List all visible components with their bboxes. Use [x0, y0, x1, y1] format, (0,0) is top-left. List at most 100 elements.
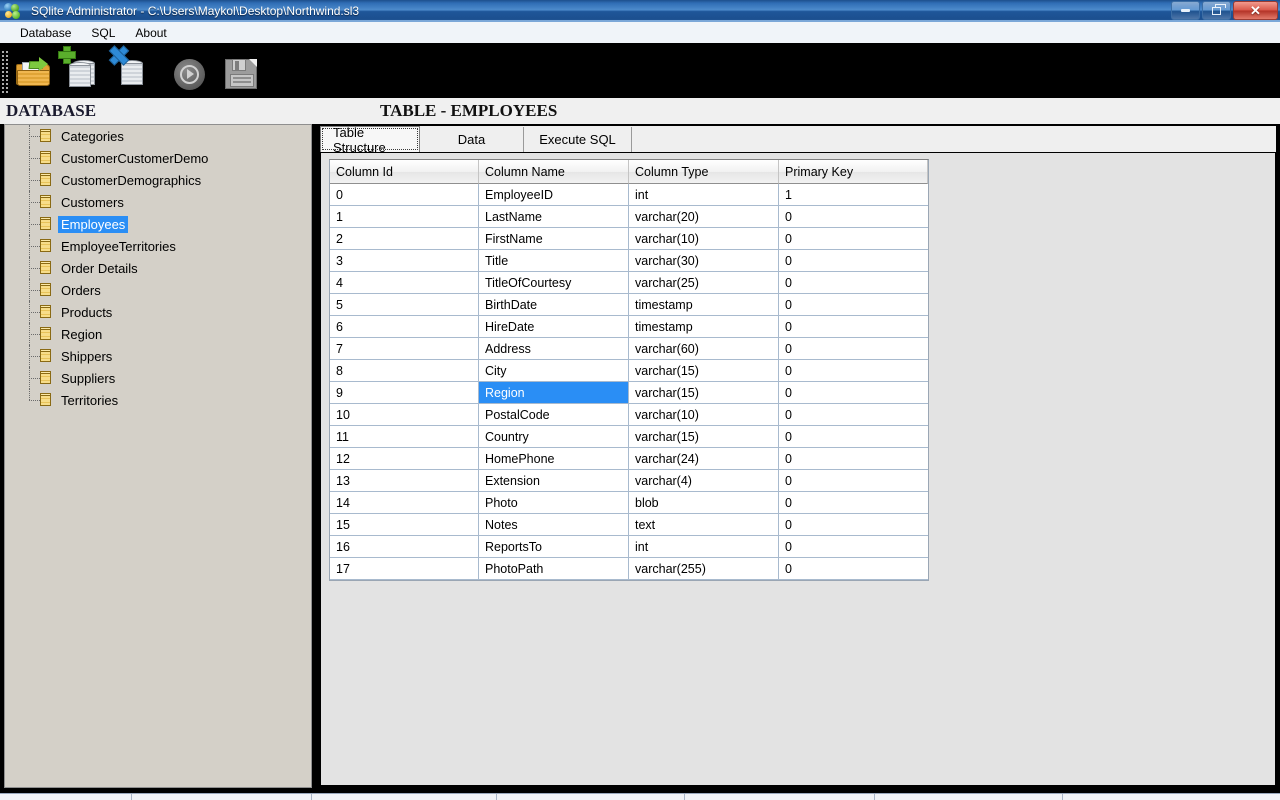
grid-cell[interactable]: LastName: [479, 206, 629, 228]
grid-cell[interactable]: Title: [479, 250, 629, 272]
grid-cell[interactable]: 0: [779, 294, 928, 316]
grid-cell[interactable]: 11: [330, 426, 479, 448]
grid-cell[interactable]: HireDate: [479, 316, 629, 338]
grid-cell[interactable]: 0: [779, 558, 928, 580]
grid-cell[interactable]: 0: [779, 448, 928, 470]
grid-cell[interactable]: varchar(4): [629, 470, 779, 492]
close-button[interactable]: ✕: [1233, 1, 1278, 20]
table-row[interactable]: 6HireDatetimestamp0: [330, 316, 928, 338]
sidebar-item-customercustomerdemo[interactable]: CustomerCustomerDemo: [5, 147, 311, 169]
menu-item-sql[interactable]: SQL: [81, 24, 125, 42]
grid-cell[interactable]: 14: [330, 492, 479, 514]
tab-execute-sql[interactable]: Execute SQL: [524, 127, 632, 152]
save-button[interactable]: [216, 47, 268, 97]
grid-cell[interactable]: 0: [779, 360, 928, 382]
database-tree[interactable]: CategoriesCustomerCustomerDemoCustomerDe…: [4, 124, 312, 788]
grid-cell[interactable]: FirstName: [479, 228, 629, 250]
table-row[interactable]: 0EmployeeIDint1: [330, 184, 928, 206]
grid-cell[interactable]: PhotoPath: [479, 558, 629, 580]
column-header-primary-key[interactable]: Primary Key: [779, 160, 928, 184]
grid-cell[interactable]: 0: [779, 514, 928, 536]
grid-cell[interactable]: 0: [779, 492, 928, 514]
sidebar-item-products[interactable]: Products: [5, 301, 311, 323]
open-database-button[interactable]: [8, 47, 60, 97]
grid-cell[interactable]: text: [629, 514, 779, 536]
grid-cell[interactable]: Country: [479, 426, 629, 448]
sidebar-item-categories[interactable]: Categories: [5, 125, 311, 147]
grid-cell[interactable]: Extension: [479, 470, 629, 492]
grid-cell[interactable]: EmployeeID: [479, 184, 629, 206]
grid-cell[interactable]: TitleOfCourtesy: [479, 272, 629, 294]
grid-cell[interactable]: 0: [779, 316, 928, 338]
grid-cell[interactable]: Notes: [479, 514, 629, 536]
table-row[interactable]: 4TitleOfCourtesyvarchar(25)0: [330, 272, 928, 294]
grid-cell[interactable]: 12: [330, 448, 479, 470]
sidebar-item-orders[interactable]: Orders: [5, 279, 311, 301]
grid-cell[interactable]: 0: [779, 250, 928, 272]
tab-data[interactable]: Data: [420, 127, 524, 152]
grid-cell[interactable]: City: [479, 360, 629, 382]
grid-cell[interactable]: 0: [779, 426, 928, 448]
column-header-column-id[interactable]: Column Id: [330, 160, 479, 184]
grid-cell[interactable]: 17: [330, 558, 479, 580]
grid-cell[interactable]: 0: [779, 338, 928, 360]
toolbar-grip[interactable]: [1, 50, 8, 94]
structure-grid[interactable]: Column IdColumn NameColumn TypePrimary K…: [329, 159, 929, 581]
grid-cell[interactable]: 6: [330, 316, 479, 338]
grid-cell[interactable]: varchar(60): [629, 338, 779, 360]
grid-cell[interactable]: int: [629, 184, 779, 206]
table-row[interactable]: 1LastNamevarchar(20)0: [330, 206, 928, 228]
grid-cell[interactable]: timestamp: [629, 316, 779, 338]
sidebar-item-suppliers[interactable]: Suppliers: [5, 367, 311, 389]
grid-cell[interactable]: 7: [330, 338, 479, 360]
table-row[interactable]: 8Cityvarchar(15)0: [330, 360, 928, 382]
grid-cell[interactable]: 1: [779, 184, 928, 206]
grid-cell[interactable]: varchar(10): [629, 228, 779, 250]
grid-cell[interactable]: 1: [330, 206, 479, 228]
sidebar-item-region[interactable]: Region: [5, 323, 311, 345]
grid-cell[interactable]: varchar(15): [629, 360, 779, 382]
grid-cell[interactable]: 16: [330, 536, 479, 558]
tab-table-structure[interactable]: Table Structure: [320, 126, 420, 152]
column-header-column-type[interactable]: Column Type: [629, 160, 779, 184]
grid-cell[interactable]: Address: [479, 338, 629, 360]
grid-cell[interactable]: Region: [479, 382, 629, 404]
sidebar-item-order-details[interactable]: Order Details: [5, 257, 311, 279]
sidebar-item-employees[interactable]: Employees: [5, 213, 311, 235]
grid-cell[interactable]: PostalCode: [479, 404, 629, 426]
grid-cell[interactable]: 13: [330, 470, 479, 492]
sidebar-item-customerdemographics[interactable]: CustomerDemographics: [5, 169, 311, 191]
grid-cell[interactable]: varchar(24): [629, 448, 779, 470]
table-row[interactable]: 17PhotoPathvarchar(255)0: [330, 558, 928, 580]
table-row[interactable]: 13Extensionvarchar(4)0: [330, 470, 928, 492]
minimize-button[interactable]: [1171, 1, 1200, 20]
grid-cell[interactable]: varchar(15): [629, 426, 779, 448]
grid-cell[interactable]: 0: [779, 404, 928, 426]
grid-cell[interactable]: 15: [330, 514, 479, 536]
grid-cell[interactable]: int: [629, 536, 779, 558]
menu-item-about[interactable]: About: [125, 24, 176, 42]
sidebar-item-employeeterritories[interactable]: EmployeeTerritories: [5, 235, 311, 257]
grid-cell[interactable]: varchar(10): [629, 404, 779, 426]
grid-cell[interactable]: blob: [629, 492, 779, 514]
grid-cell[interactable]: 5: [330, 294, 479, 316]
grid-cell[interactable]: HomePhone: [479, 448, 629, 470]
execute-run-button[interactable]: [164, 47, 216, 97]
grid-cell[interactable]: 2: [330, 228, 479, 250]
table-row[interactable]: 10PostalCodevarchar(10)0: [330, 404, 928, 426]
sidebar-item-customers[interactable]: Customers: [5, 191, 311, 213]
table-row[interactable]: 16ReportsToint0: [330, 536, 928, 558]
table-row[interactable]: 2FirstNamevarchar(10)0: [330, 228, 928, 250]
menu-item-database[interactable]: Database: [10, 24, 81, 42]
table-row[interactable]: 15Notestext0: [330, 514, 928, 536]
table-row[interactable]: 3Titlevarchar(30)0: [330, 250, 928, 272]
grid-cell[interactable]: timestamp: [629, 294, 779, 316]
grid-cell[interactable]: 9: [330, 382, 479, 404]
grid-cell[interactable]: ReportsTo: [479, 536, 629, 558]
grid-cell[interactable]: varchar(15): [629, 382, 779, 404]
table-row[interactable]: 5BirthDatetimestamp0: [330, 294, 928, 316]
grid-cell[interactable]: BirthDate: [479, 294, 629, 316]
grid-cell[interactable]: 0: [779, 206, 928, 228]
add-database-button[interactable]: [60, 47, 112, 97]
grid-cell[interactable]: 0: [779, 272, 928, 294]
